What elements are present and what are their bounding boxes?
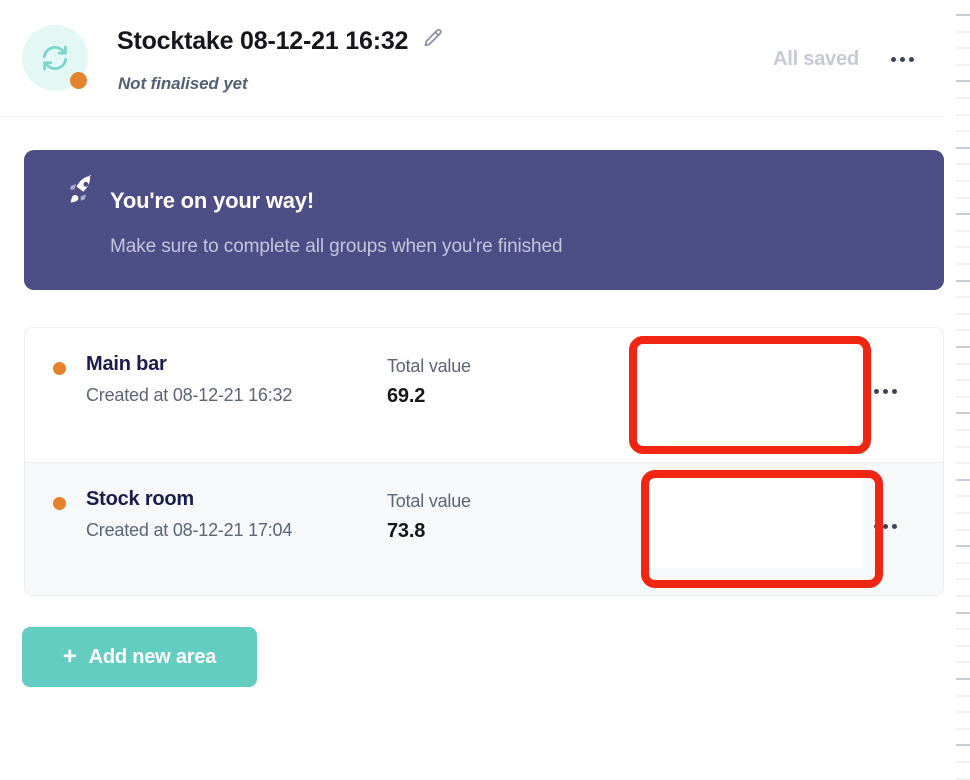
ruler-tick-minor <box>956 645 970 647</box>
area-created-at: Created at 08-12-21 17:04 <box>86 520 293 540</box>
ruler-tick-major <box>956 412 970 414</box>
status-dot <box>53 362 66 375</box>
page-subtitle: Not finalised yet <box>118 74 248 93</box>
row-more-options-icon[interactable] <box>874 389 897 394</box>
page-title-row: Stocktake 08-12-21 16:32 <box>117 27 444 56</box>
ruler-tick-minor <box>956 578 970 580</box>
progress-banner: You're on your way! Make sure to complet… <box>24 150 944 290</box>
ruler-tick-minor <box>956 595 970 597</box>
ruler-tick-major <box>956 147 970 149</box>
ruler-tick-minor <box>956 163 970 165</box>
ruler-tick-major <box>956 678 970 680</box>
ruler-tick-minor <box>956 114 970 116</box>
ruler-tick-minor <box>956 562 970 564</box>
ruler-tick-minor <box>956 197 970 199</box>
ruler-tick-major <box>956 545 970 547</box>
total-value: 73.8 <box>387 520 426 542</box>
dot <box>909 57 914 62</box>
total-value: 69.2 <box>387 385 426 407</box>
ruler-tick-minor <box>956 313 970 315</box>
page-header: Stocktake 08-12-21 16:32 Not finalised y… <box>0 0 944 117</box>
ruler-tick-minor <box>956 379 970 381</box>
ruler-tick-minor <box>956 130 970 132</box>
row-more-options-icon[interactable] <box>874 524 897 529</box>
sync-refresh-icon <box>40 43 70 73</box>
status-dot <box>53 497 66 510</box>
total-value-label: Total value <box>387 491 471 511</box>
ruler-tick-major <box>956 213 970 215</box>
plus-icon: + <box>62 643 77 670</box>
ruler-tick-minor <box>956 296 970 298</box>
dot <box>892 389 897 394</box>
complete-button[interactable]: Complete <box>668 496 834 564</box>
table-row[interactable]: Main bar Created at 08-12-21 16:32 Total… <box>25 328 943 462</box>
ruler-tick-minor <box>956 246 970 248</box>
ruler-tick-minor <box>956 97 970 99</box>
dot <box>874 524 879 529</box>
dot <box>892 524 897 529</box>
ruler-tick-minor <box>956 628 970 630</box>
ruler-tick-minor <box>956 396 970 398</box>
ruler-tick-minor <box>956 47 970 49</box>
ruler-tick-minor <box>956 661 970 663</box>
avatar <box>22 25 88 91</box>
ruler-tick-minor <box>956 230 970 232</box>
header-actions: All saved <box>773 48 914 71</box>
ruler-tick-minor <box>956 329 970 331</box>
ruler-tick-minor <box>956 446 970 448</box>
ruler-tick-minor <box>956 462 970 464</box>
dot <box>874 389 879 394</box>
avatar-status-badge <box>70 72 87 89</box>
ruler-guide <box>950 0 970 780</box>
total-value-label: Total value <box>387 356 471 376</box>
ruler-tick-minor <box>956 31 970 33</box>
ruler-tick-minor <box>956 512 970 514</box>
ruler-tick-minor <box>956 363 970 365</box>
ruler-tick-major <box>956 80 970 82</box>
ruler-tick-minor <box>956 429 970 431</box>
dot <box>900 57 905 62</box>
ruler-tick-minor <box>956 761 970 763</box>
ruler-tick-major <box>956 280 970 282</box>
ruler-tick-minor <box>956 263 970 265</box>
ruler-tick-minor <box>956 64 970 66</box>
add-new-area-button[interactable]: + Add new area <box>22 627 257 687</box>
header-more-options-icon[interactable] <box>891 57 914 62</box>
dot <box>883 524 888 529</box>
ruler-tick-minor <box>956 728 970 730</box>
ruler-tick-minor <box>956 495 970 497</box>
dot <box>891 57 896 62</box>
pencil-edit-icon[interactable] <box>420 27 444 56</box>
save-status-text: All saved <box>772 48 859 70</box>
ruler-tick-minor <box>956 695 970 697</box>
banner-title: You're on your way! <box>110 188 314 213</box>
area-name: Main bar <box>86 353 167 375</box>
areas-list-card: Main bar Created at 08-12-21 16:32 Total… <box>24 327 944 596</box>
ruler-tick-major <box>956 744 970 746</box>
ruler-tick-minor <box>956 529 970 531</box>
ruler-tick-minor <box>956 180 970 182</box>
ruler-tick-major <box>956 14 970 16</box>
ruler-tick-major <box>956 612 970 614</box>
ruler-tick-minor <box>956 711 970 713</box>
table-row[interactable]: Stock room Created at 08-12-21 17:04 Tot… <box>25 462 943 595</box>
rocket-icon <box>64 174 98 213</box>
dot <box>883 389 888 394</box>
ruler-tick-major <box>956 479 970 481</box>
area-name: Stock room <box>86 488 195 510</box>
ruler-tick-major <box>956 346 970 348</box>
page-title: Stocktake 08-12-21 16:32 <box>117 27 409 55</box>
complete-button[interactable]: Complete <box>668 361 834 429</box>
banner-subtitle: Make sure to complete all groups when yo… <box>110 236 563 257</box>
add-new-area-label: Add new area <box>88 645 217 668</box>
area-created-at: Created at 08-12-21 16:32 <box>86 385 293 405</box>
